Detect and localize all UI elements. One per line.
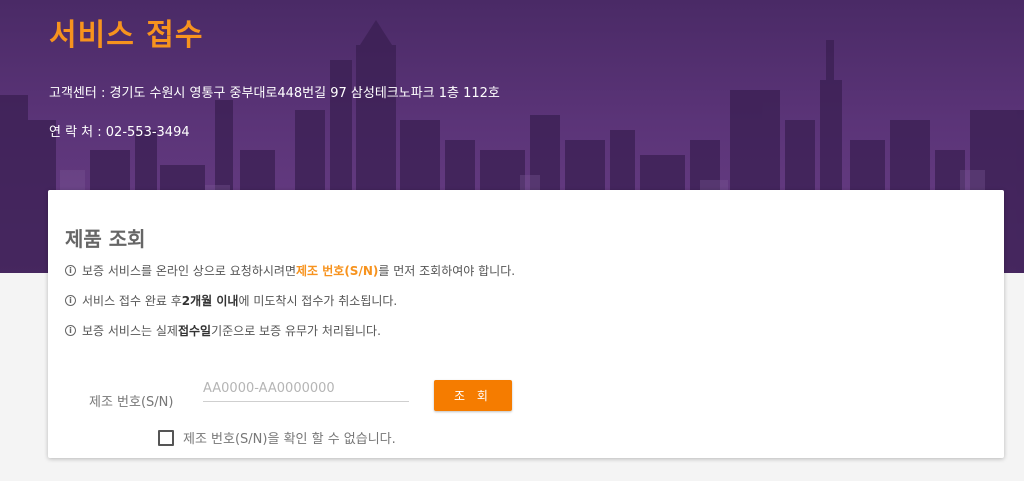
notice-text: 기준으로 보증 유무가 처리됩니다. xyxy=(211,324,381,338)
serial-number-input[interactable] xyxy=(203,376,409,402)
serial-number-label: 제조 번호(S/N) xyxy=(89,395,174,410)
product-lookup-card: 제품 조회 i 보증 서비스를 온라인 상으로 요청하시려면 제조 번호(S/N… xyxy=(48,190,1004,458)
service-center-address: 고객센터 : 경기도 수원시 영통구 중부대로448번길 97 삼성테크노파크 … xyxy=(49,86,500,101)
info-icon: i xyxy=(65,325,76,336)
notice-text: 보증 서비스는 실제 xyxy=(82,324,178,338)
notice-item: i 보증 서비스를 온라인 상으로 요청하시려면 제조 번호(S/N) 를 먼저… xyxy=(65,262,515,279)
notice-bold: 접수일 xyxy=(177,324,212,338)
notice-highlight: 제조 번호(S/N) xyxy=(295,264,379,278)
info-icon: i xyxy=(65,295,76,306)
card-title: 제품 조회 xyxy=(65,227,146,251)
notice-text: 서비스 접수 완료 후 xyxy=(82,294,182,308)
notice-text: 보증 서비스를 온라인 상으로 요청하시려면 xyxy=(82,264,296,278)
notice-text: 에 미도착시 접수가 취소됩니다. xyxy=(238,294,398,308)
search-button[interactable]: 조 회 xyxy=(434,380,512,411)
notice-bold: 2개월 이내 xyxy=(181,294,239,308)
info-icon: i xyxy=(65,265,76,276)
notice-text: 를 먼저 조회하여야 합니다. xyxy=(378,264,516,278)
notice-item: i 보증 서비스는 실제 접수일 기준으로 보증 유무가 처리됩니다. xyxy=(65,322,381,339)
page-title: 서비스 접수 xyxy=(49,18,204,53)
serial-unknown-label: 제조 번호(S/N)을 확인 할 수 없습니다. xyxy=(183,432,396,447)
serial-unknown-option[interactable]: 제조 번호(S/N)을 확인 할 수 없습니다. xyxy=(158,428,396,447)
contact-phone: 연 락 처 : 02-553-3494 xyxy=(49,125,190,140)
notice-item: i 서비스 접수 완료 후 2개월 이내 에 미도착시 접수가 취소됩니다. xyxy=(65,292,397,309)
serial-unknown-checkbox[interactable] xyxy=(158,429,174,446)
